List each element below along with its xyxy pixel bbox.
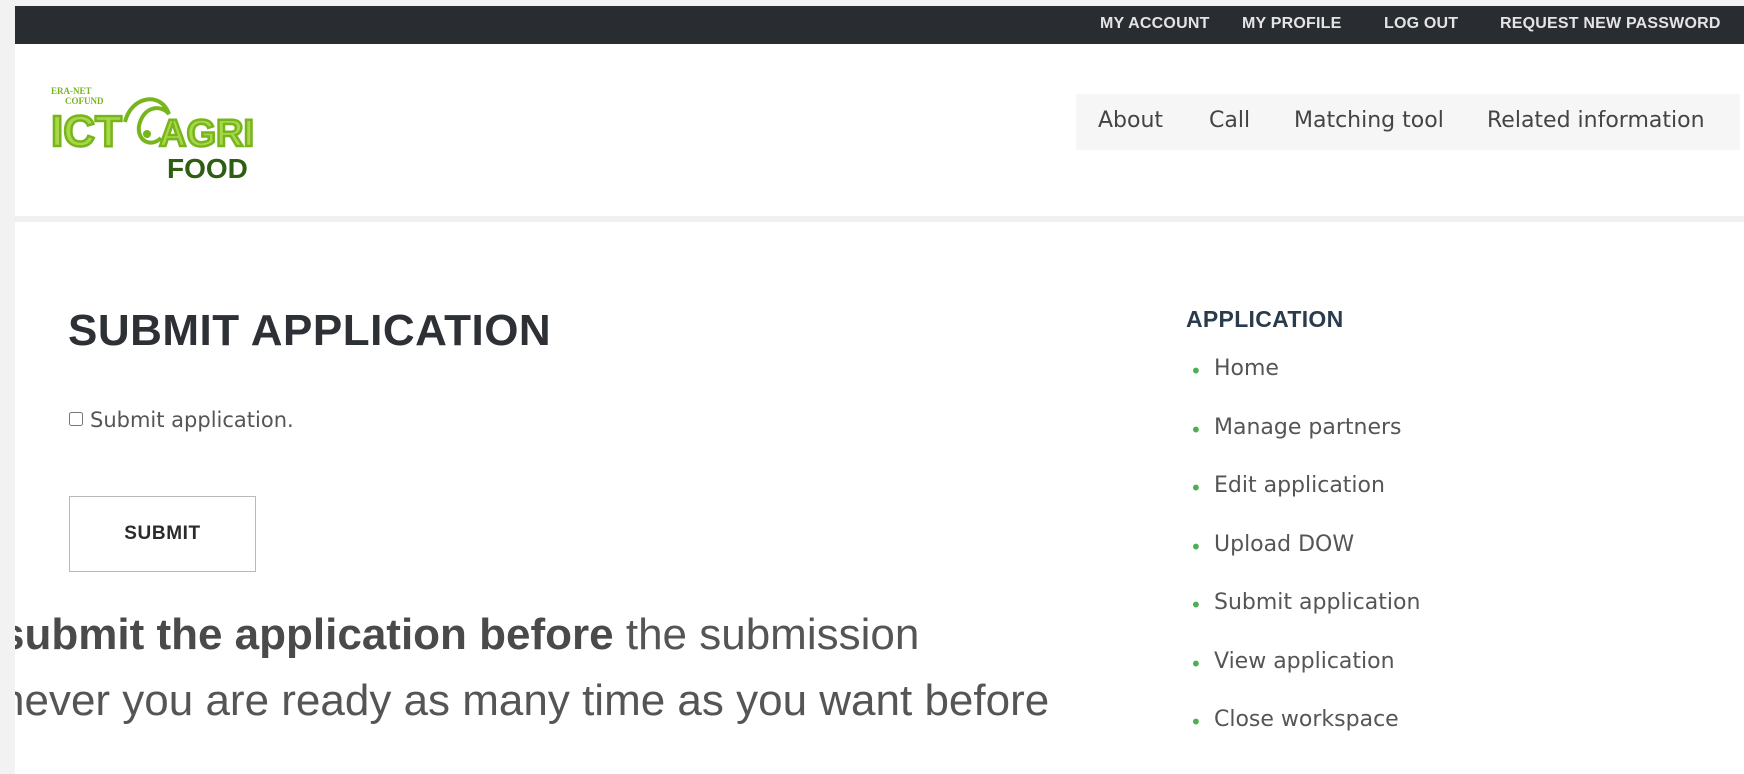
sidebar-link-manage-partners[interactable]: Manage partners: [1214, 415, 1401, 440]
bullet-icon: •: [1190, 534, 1202, 559]
sidebar-link-edit-application[interactable]: Edit application: [1214, 473, 1385, 498]
sidebar-link-upload-dow[interactable]: Upload DOW: [1214, 532, 1354, 557]
nav-item-matching-tool[interactable]: Matching tool: [1294, 108, 1444, 133]
svg-text:ERA-NET: ERA-NET: [51, 86, 92, 96]
sidebar-title: APPLICATION: [1186, 306, 1344, 332]
overlay-caption-bold: submit the application before: [15, 610, 614, 659]
overlay-caption-line-2: never you are ready as many time as you …: [15, 676, 1050, 725]
top-utility-bar: MY ACCOUNT MY PROFILE LOG OUT REQUEST NE…: [15, 6, 1744, 44]
bullet-icon: •: [1190, 651, 1202, 676]
overlay-caption-rest: the submission: [613, 610, 920, 659]
sidebar-link-home[interactable]: Home: [1214, 356, 1279, 381]
nav-item-related-information[interactable]: Related information: [1487, 108, 1705, 133]
svg-text:COFUND: COFUND: [65, 96, 104, 106]
svg-text:AGRI: AGRI: [159, 113, 254, 155]
nav-item-about[interactable]: About: [1098, 108, 1163, 133]
submit-application-checkbox[interactable]: [69, 412, 83, 426]
overlay-caption-line-1: submit the application before the submis…: [15, 610, 919, 660]
submit-button[interactable]: SUBMIT: [69, 496, 256, 572]
bullet-icon: •: [1190, 710, 1202, 734]
page-title: SUBMIT APPLICATION: [68, 306, 552, 355]
site-logo[interactable]: ERA-NET COFUND ICT AGRI FOOD: [50, 86, 271, 184]
svg-text:FOOD: FOOD: [167, 153, 248, 182]
sidebar-link-submit-application[interactable]: Submit application: [1214, 590, 1420, 615]
bullet-icon: •: [1190, 593, 1202, 617]
topbar-link-log-out[interactable]: LOG OUT: [1384, 15, 1458, 33]
bullet-icon: •: [1190, 476, 1202, 500]
main-navigation: About Call Matching tool Related informa…: [1076, 94, 1740, 150]
svg-text:ICT: ICT: [51, 107, 122, 156]
ict-agri-food-logo-icon: ERA-NET COFUND ICT AGRI FOOD: [50, 86, 256, 184]
submit-application-checkbox-label[interactable]: Submit application.: [90, 408, 294, 432]
bullet-icon: •: [1190, 359, 1202, 383]
nav-item-call[interactable]: Call: [1209, 108, 1250, 133]
page-frame: MY ACCOUNT MY PROFILE LOG OUT REQUEST NE…: [15, 6, 1744, 774]
topbar-link-request-new-password[interactable]: REQUEST NEW PASSWORD: [1500, 15, 1721, 33]
sidebar-link-view-application[interactable]: View application: [1214, 649, 1395, 674]
topbar-link-my-account[interactable]: MY ACCOUNT: [1100, 15, 1210, 33]
bullet-icon: •: [1190, 417, 1202, 442]
topbar-link-my-profile[interactable]: MY PROFILE: [1242, 15, 1342, 33]
sidebar-link-close-workspace[interactable]: Close workspace: [1214, 707, 1399, 732]
site-header: ERA-NET COFUND ICT AGRI FOOD About Call …: [15, 44, 1744, 222]
